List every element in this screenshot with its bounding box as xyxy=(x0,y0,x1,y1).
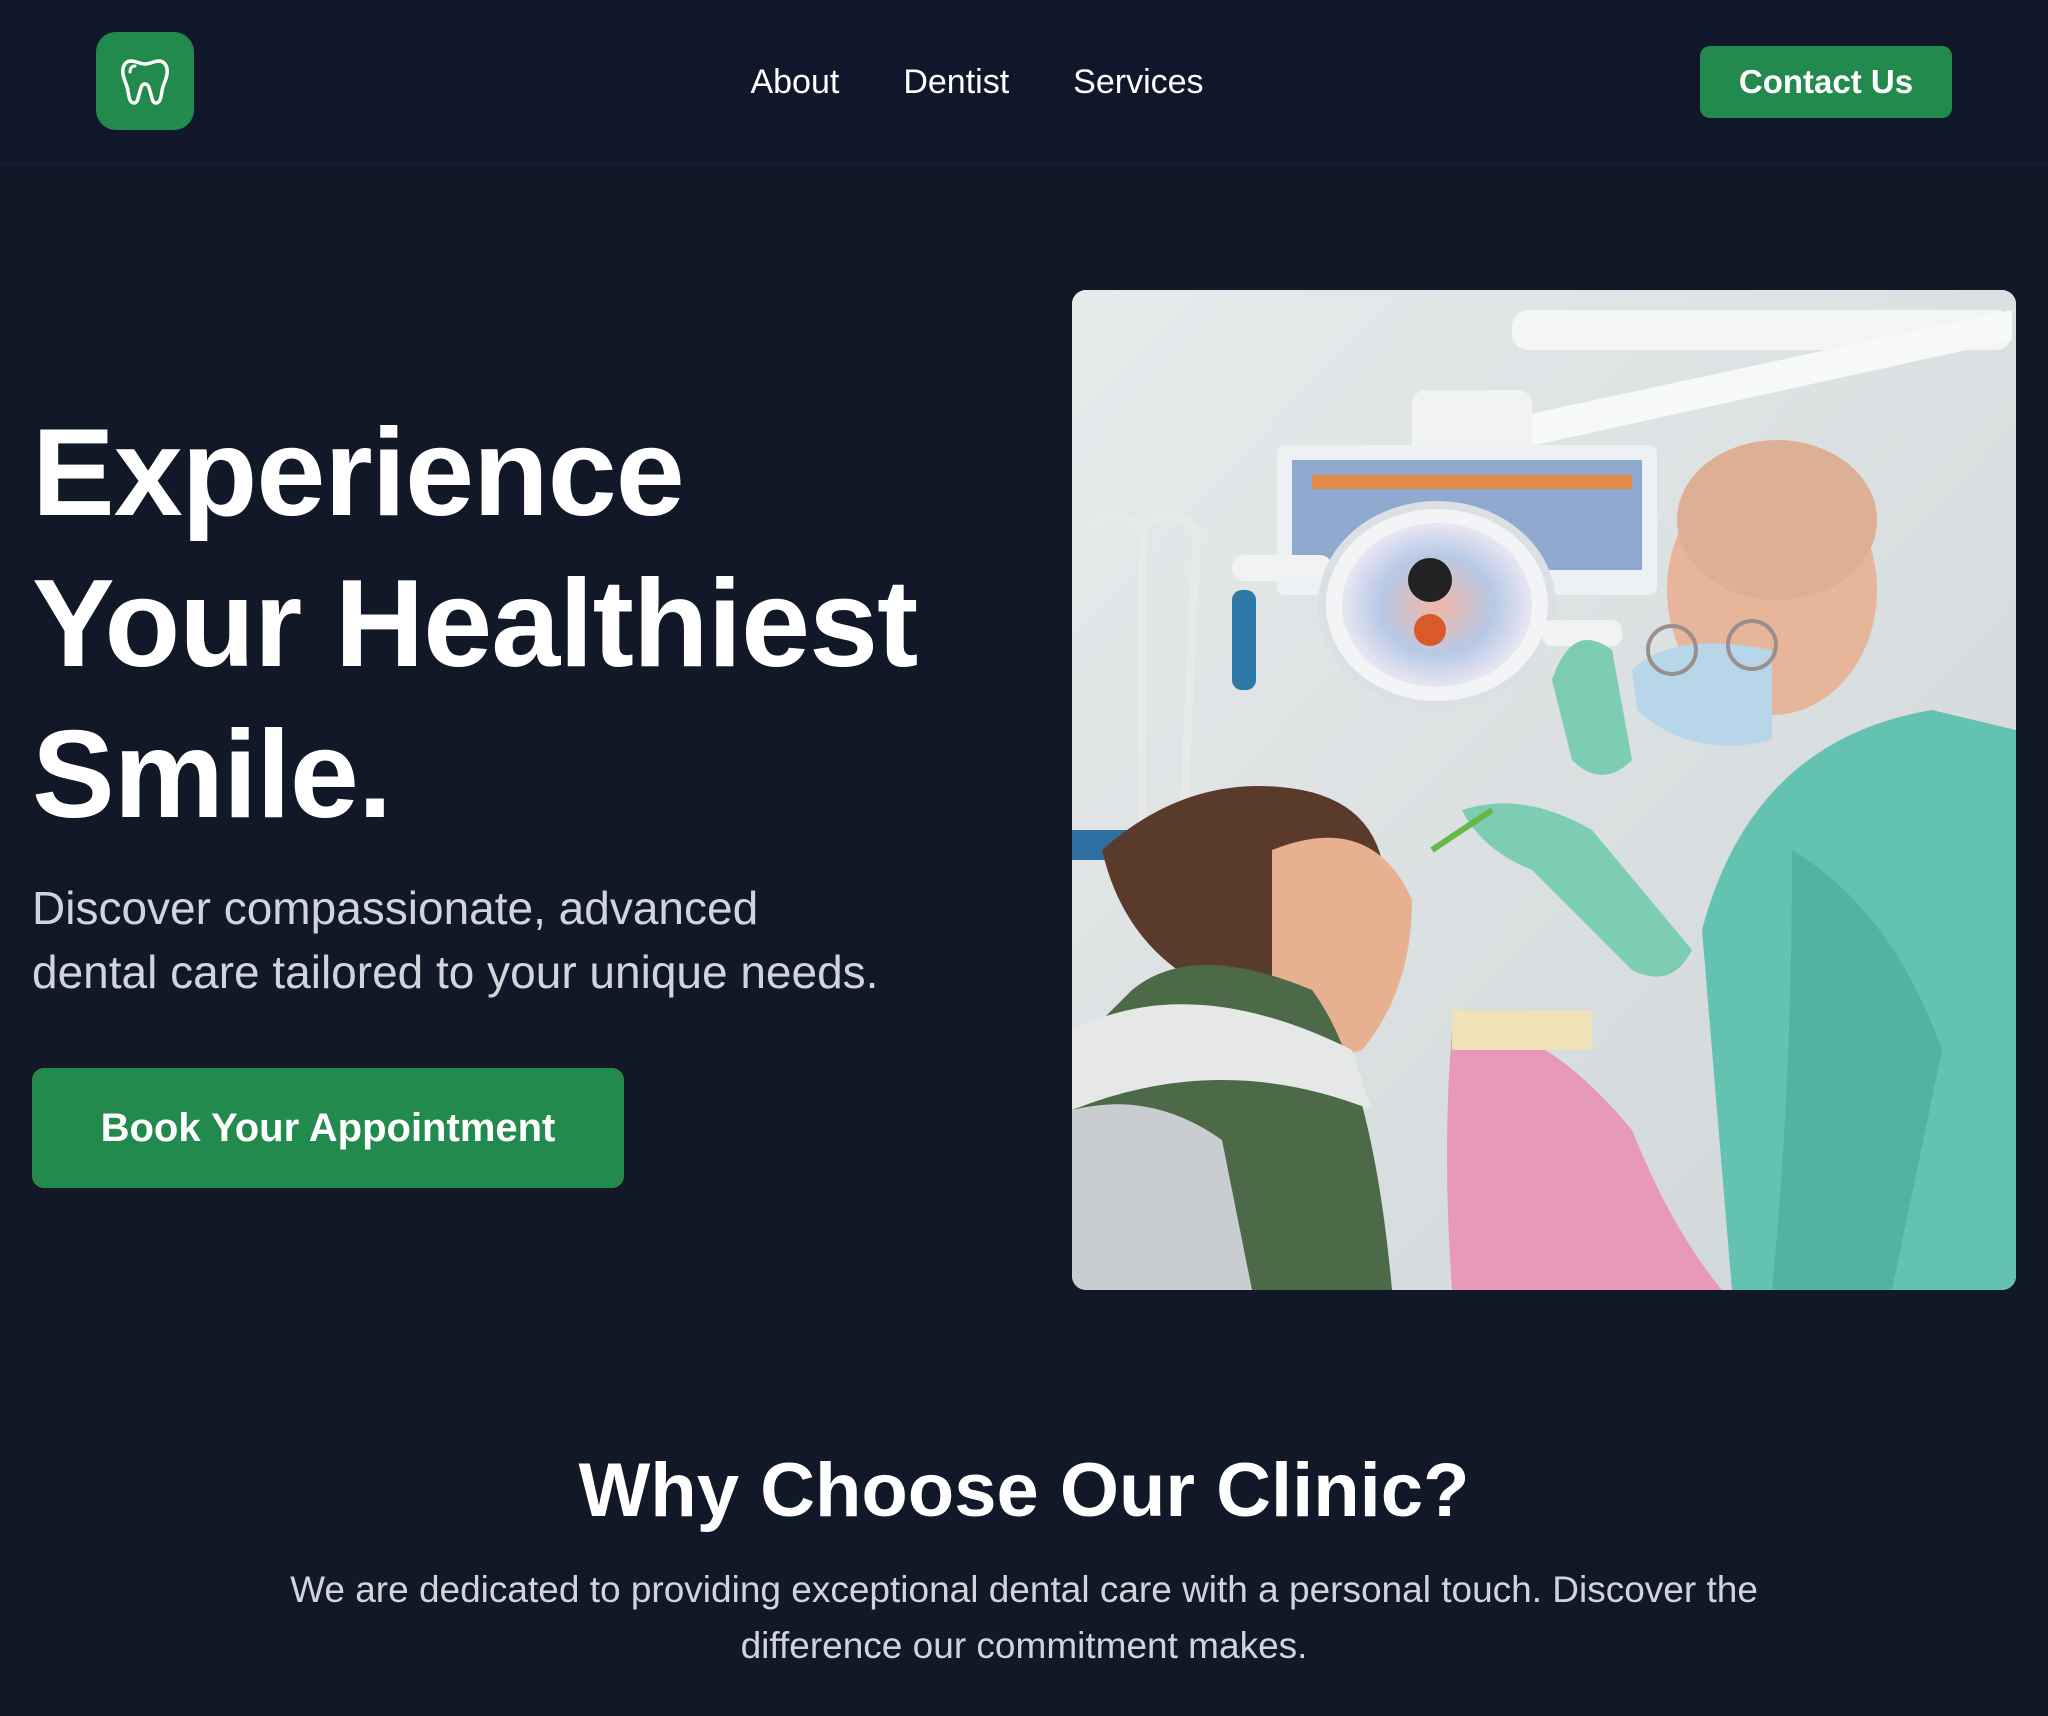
dentist-photo-illustration xyxy=(1072,290,2016,1290)
dentist-photo xyxy=(1072,290,2016,1290)
hero-title: Experience Your Healthiest Smile. xyxy=(32,398,1032,851)
contact-us-button[interactable]: Contact Us xyxy=(1700,46,1952,118)
nav-services-link[interactable]: Services xyxy=(1073,58,1203,106)
hero-title-line: Your Healthiest xyxy=(32,555,918,693)
nav-about-link[interactable]: About xyxy=(750,58,839,106)
hero-title-line: Smile. xyxy=(32,706,392,844)
hero-subtitle: Discover compassionate, advanced dental … xyxy=(32,876,1032,1004)
hero-title-line: Experience xyxy=(32,404,685,542)
why-description: We are dedicated to providing exceptiona… xyxy=(290,1569,1758,1666)
site-header: About Dentist Services Contact Us xyxy=(0,0,2048,164)
book-appointment-button[interactable]: Book Your Appointment xyxy=(32,1068,624,1188)
hero-subtitle-line: dental care tailored to your unique need… xyxy=(32,946,879,998)
hero-subtitle-line: Discover compassionate, advanced xyxy=(32,882,759,934)
why-title: Why Choose Our Clinic? xyxy=(578,1448,1470,1533)
nav-dentist-link[interactable]: Dentist xyxy=(903,58,1009,106)
